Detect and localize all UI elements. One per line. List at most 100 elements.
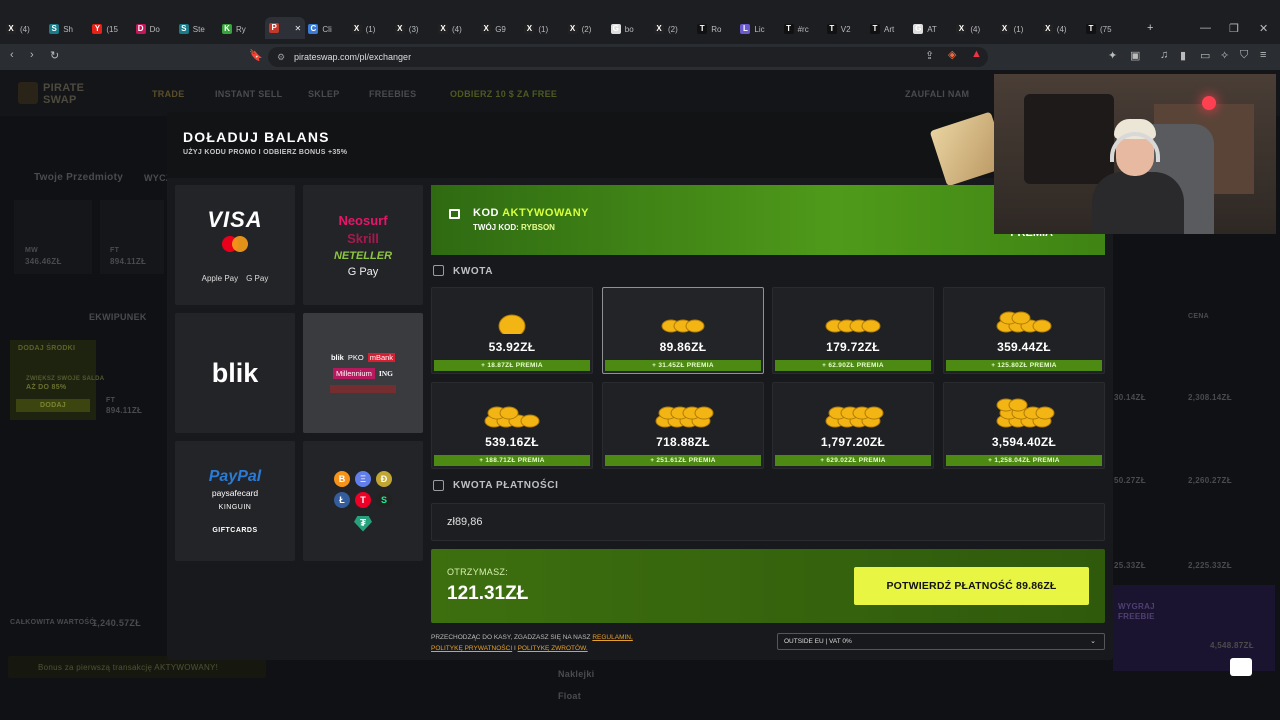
nav-trusted[interactable]: ZAUFALI NAM xyxy=(905,89,969,99)
amount-option[interactable]: 539.16ZŁ + 188.71ZŁ PREMIA xyxy=(431,382,593,469)
browser-tab[interactable]: P ✕ xyxy=(265,17,306,39)
sidebar-icon[interactable]: ▮ xyxy=(1180,49,1186,62)
logo-text-1: PIRATE xyxy=(43,82,85,94)
browser-tab[interactable]: T Art xyxy=(870,20,910,38)
inventory-tab[interactable]: EKWIPUNEK xyxy=(89,312,147,322)
browser-tab[interactable]: X (4) xyxy=(438,20,478,38)
amount-option[interactable]: 179.72ZŁ + 62.90ZŁ PREMIA xyxy=(772,287,934,374)
nav-trade[interactable]: TRADE xyxy=(152,89,185,99)
wallet-icon[interactable]: ▭ xyxy=(1200,49,1210,62)
tab-label: Lic xyxy=(754,24,765,34)
method-blik[interactable]: blik xyxy=(175,313,295,433)
ethereum-icon: Ξ xyxy=(355,470,371,487)
browser-tab[interactable]: X (4) xyxy=(1042,20,1083,38)
sort-price[interactable]: CENA xyxy=(1188,313,1209,320)
logo-text-2: SWAP xyxy=(43,94,77,106)
browser-tab[interactable]: X G9 xyxy=(481,20,521,38)
bookmark-icon[interactable]: 🔖 xyxy=(249,49,263,62)
bonus-up-to: AŻ DO 85% xyxy=(26,384,67,391)
privacy-link[interactable]: POLITYKĘ PRYWATNOŚCI xyxy=(431,645,512,652)
extensions-icon[interactable]: ✦ xyxy=(1108,49,1117,62)
leo-icon[interactable]: ✧ xyxy=(1220,49,1229,62)
browser-tab[interactable]: X (2) xyxy=(654,20,694,38)
browser-tab[interactable]: X (4) xyxy=(6,20,46,38)
share-icon[interactable]: ⇪ xyxy=(925,49,934,62)
browser-tab[interactable]: X (3) xyxy=(394,20,435,38)
tab-favicon-icon: T xyxy=(783,24,794,34)
amount-option[interactable]: 1,797.20ZŁ + 629.02ZŁ PREMIA xyxy=(772,382,934,469)
nav-freebies[interactable]: FREEBIES xyxy=(369,89,416,99)
terms-link[interactable]: REGULAMIN, xyxy=(592,634,632,641)
mastercard-icon xyxy=(222,236,248,252)
float-filter[interactable]: Float xyxy=(558,691,581,701)
close-window-icon[interactable]: ✕ xyxy=(1259,22,1268,35)
browser-tab[interactable]: X (1) xyxy=(999,20,1040,38)
screenshot-icon[interactable]: ▣ xyxy=(1130,49,1140,62)
tab-favicon-icon: T xyxy=(826,24,837,34)
card-icon xyxy=(433,480,444,491)
amount-option[interactable]: 89.86ZŁ + 31.45ZŁ PREMIA xyxy=(602,287,764,374)
stickers-filter[interactable]: Naklejki xyxy=(558,669,594,679)
nav-free-10[interactable]: ODBIERZ 10 $ ZA FREE xyxy=(450,89,557,99)
price-6: 2,225.33ZŁ xyxy=(1188,561,1232,570)
browser-tab[interactable]: K Ry xyxy=(222,20,262,38)
site-settings-icon[interactable]: ⚙ xyxy=(277,47,285,67)
minimize-icon[interactable]: — xyxy=(1200,22,1211,34)
browser-tab[interactable]: L Lic xyxy=(740,20,780,38)
browser-tab[interactable]: T #rc xyxy=(783,20,824,38)
browser-tab[interactable]: Y (15 xyxy=(92,20,132,38)
browser-tab[interactable]: T (75 xyxy=(1086,20,1126,38)
amount-option[interactable]: 359.44ZŁ + 125.80ZŁ PREMIA xyxy=(943,287,1105,374)
forward-icon[interactable]: › xyxy=(30,49,34,61)
person-body xyxy=(1092,172,1184,234)
red-light xyxy=(1202,96,1216,110)
browser-tab[interactable]: T Ro xyxy=(697,20,737,38)
brave-shield-icon[interactable]: ◈ xyxy=(948,48,956,61)
tab-favicon-icon: P xyxy=(269,23,280,33)
maximize-icon[interactable]: ❐ xyxy=(1229,22,1239,35)
tab-favicon-icon: T xyxy=(697,24,708,34)
browser-tab[interactable]: G AT xyxy=(913,20,953,38)
region-select[interactable]: OUTSIDE EU | VAT 0% ⌄ xyxy=(777,633,1105,650)
browser-tab[interactable]: D Do xyxy=(135,20,176,38)
payment-amount-input[interactable]: zł89,86 xyxy=(431,503,1105,541)
amount-option[interactable]: 3,594.40ZŁ + 1,258.04ZŁ PREMIA xyxy=(943,382,1105,469)
browser-tab[interactable]: X (1) xyxy=(351,20,392,38)
nav-instant-sell[interactable]: INSTANT SELL xyxy=(215,89,282,99)
browser-tab[interactable]: T V2 xyxy=(826,20,867,38)
vpn-icon[interactable]: ⛉ xyxy=(1240,49,1248,62)
menu-icon[interactable]: ≡ xyxy=(1260,49,1266,61)
kinguin-logo: KINGUIN xyxy=(218,504,252,511)
browser-tab[interactable]: C Cli xyxy=(308,20,348,38)
visa-logo: VISA xyxy=(207,207,263,232)
close-tab-icon[interactable]: ✕ xyxy=(294,24,301,33)
pko-logo: PKO xyxy=(347,353,364,362)
browser-tab[interactable]: S Ste xyxy=(178,20,219,38)
new-tab-button[interactable]: + xyxy=(1147,22,1153,34)
chat-icon[interactable] xyxy=(1230,658,1252,676)
browser-tab[interactable]: X (1) xyxy=(524,20,564,38)
method-crypto[interactable]: B Ξ Ð Ł T S ₮ xyxy=(303,441,423,561)
brave-rewards-icon[interactable]: ▲ xyxy=(971,48,982,60)
ing-logo: ING xyxy=(378,369,394,378)
promo-title: KOD AKTYWOWANY xyxy=(473,207,589,219)
reload-icon[interactable]: ↻ xyxy=(50,49,59,62)
refund-link[interactable]: POLITYKĘ ZWROTÓW. xyxy=(518,645,588,652)
tab-label: Do xyxy=(149,24,160,34)
amount-option[interactable]: 718.88ZŁ + 251.61ZŁ PREMIA xyxy=(602,382,764,469)
method-ewallets[interactable]: Neosurf Skrill NETELLER G Pay xyxy=(303,185,423,305)
method-card[interactable]: VISA Apple Pay G Pay xyxy=(175,185,295,305)
confirm-payment-button[interactable]: POTWIERDŹ PŁATNOŚĆ 89.86ZŁ xyxy=(854,567,1089,605)
browser-tab[interactable]: X (2) xyxy=(567,20,608,38)
amount-option[interactable]: 53.92ZŁ + 18.87ZŁ PREMIA xyxy=(431,287,593,374)
back-icon[interactable]: ‹ xyxy=(10,49,14,61)
browser-tab[interactable]: X (4) xyxy=(956,20,996,38)
browser-tab[interactable]: Gbo xyxy=(610,20,651,38)
nav-sklep[interactable]: SKLEP xyxy=(308,89,340,99)
item3-wear: FT xyxy=(106,397,116,404)
method-banks[interactable]: blik PKO mBank Millennium ING xyxy=(303,313,423,433)
browser-tab[interactable]: S Sh xyxy=(49,20,89,38)
method-paypal[interactable]: PayPal paysafecard KINGUIN GIFTCARDS xyxy=(175,441,295,561)
music-icon[interactable]: ♫ xyxy=(1160,49,1168,61)
url-input[interactable]: ⚙ pirateswap.com/pl/exchanger xyxy=(268,47,988,67)
